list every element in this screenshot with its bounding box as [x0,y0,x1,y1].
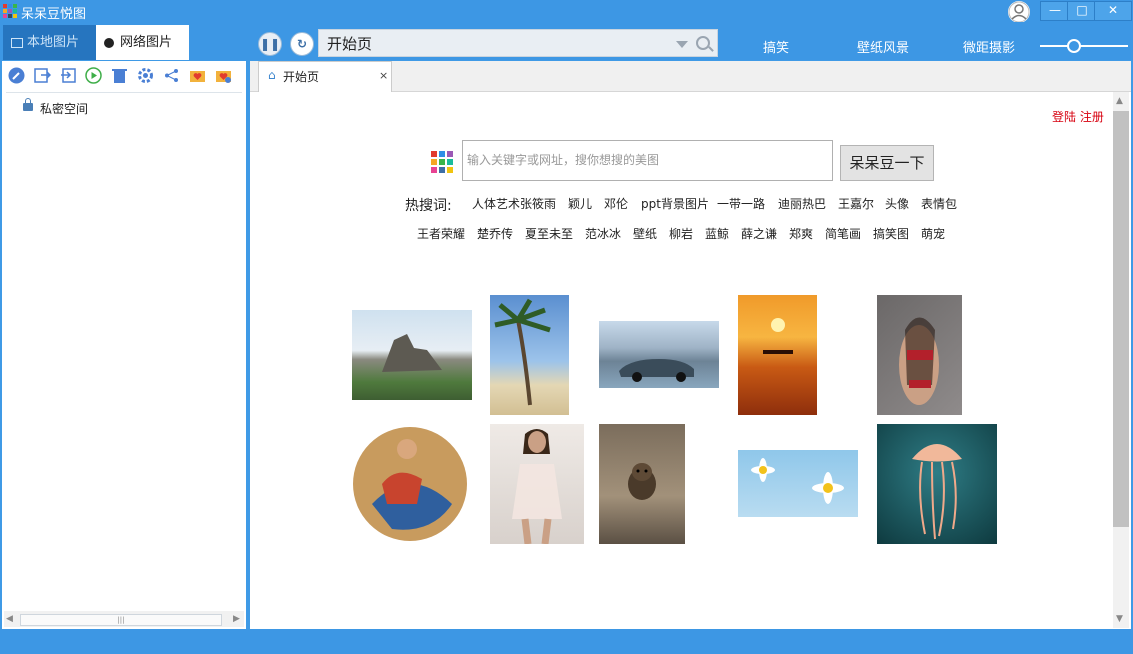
image-thumbnail[interactable] [877,295,962,415]
zoom-slider-thumb[interactable] [1067,39,1081,53]
hot-search-link[interactable]: 迪丽热巴 [778,195,826,212]
hot-search-link[interactable]: 王者荣耀 [417,225,465,242]
favorite-folder2-icon[interactable] [215,67,232,84]
tree-item-private-space[interactable]: 私密空间 [40,100,88,117]
tab-local-images[interactable]: 本地图片 [3,25,96,60]
tab-network-label: 网络图片 [120,35,173,50]
zoom-slider[interactable] [1040,45,1128,47]
lock-icon [23,98,33,111]
hot-search-link[interactable]: 搞笑图 [873,225,909,242]
title-bar [0,0,1133,22]
left-panel [2,61,246,629]
hot-search-link[interactable]: 楚乔传 [477,225,513,242]
hot-search-link[interactable]: 范冰冰 [585,225,621,242]
nav-link-funny[interactable]: 搞笑 [763,37,789,56]
hot-search-link[interactable]: 蓝鲸 [705,225,729,242]
favorite-folder-icon[interactable] [189,67,206,84]
edit-icon[interactable] [8,67,25,84]
hot-search-link[interactable]: 人体艺术张筱雨 [472,195,556,212]
monitor-icon [11,37,23,48]
pause-icon: ❚❚ [259,37,281,51]
pause-button[interactable]: ❚❚ [258,32,282,56]
app-logo-icon [3,4,17,18]
play-icon[interactable] [85,67,102,84]
refresh-button[interactable]: ↻ [290,32,314,56]
user-avatar-icon[interactable] [1008,1,1030,23]
hot-search-link[interactable]: 夏至未至 [525,225,573,242]
minimize-button[interactable]: — [1040,1,1070,21]
hot-search-label: 热搜词: [405,198,452,214]
image-thumbnail[interactable] [490,424,584,545]
search-icon[interactable] [696,36,710,50]
share-icon[interactable] [163,67,180,84]
globe-icon [104,37,114,48]
hot-search-link[interactable]: 头像 [885,195,909,212]
image-thumbnail[interactable] [877,424,997,544]
search-input[interactable]: 输入关键字或网址，搜你想搜的美图 [462,140,833,181]
tab-start-page-label: 开始页 [283,70,320,84]
hot-search-link[interactable]: 表情包 [921,195,957,212]
hot-search-link[interactable]: 萌宠 [921,225,945,242]
hot-search-link[interactable]: ppt背景图片 [641,195,709,212]
hot-search-link[interactable]: 王嘉尔 [838,195,874,212]
divider [6,92,242,93]
hot-search-link[interactable]: 邓伦 [604,195,628,212]
status-bar [0,629,1133,654]
export-icon[interactable] [34,67,52,84]
scroll-grip: ||| [117,616,125,624]
hot-search-link[interactable]: 一带一路 [717,195,765,212]
settings-icon[interactable] [137,67,154,84]
scroll-down-icon[interactable]: ▼ [1116,614,1123,624]
delete-icon[interactable] [111,67,128,84]
hot-search-link[interactable]: 壁纸 [633,225,657,242]
image-thumbnail[interactable] [738,295,817,415]
import-icon[interactable] [60,67,77,84]
dropdown-arrow-icon[interactable] [676,41,688,48]
scroll-left-icon[interactable]: ◀ [6,614,13,624]
horizontal-scrollbar-thumb[interactable]: ||| [20,614,222,626]
hot-search-link[interactable]: 简笔画 [825,225,861,242]
vertical-scrollbar-thumb[interactable] [1113,111,1129,527]
scroll-right-icon[interactable]: ▶ [233,614,240,624]
hot-search-link[interactable]: 颖儿 [568,195,592,212]
tab-network-images[interactable]: 网络图片 [96,25,189,60]
tab-close-icon[interactable]: × [379,69,388,82]
image-thumbnail[interactable] [352,424,472,544]
image-thumbnail[interactable] [738,450,858,517]
nav-link-wallpaper[interactable]: 壁纸风景 [857,37,909,56]
hot-search-link[interactable]: 薛之谦 [741,225,777,242]
image-thumbnail[interactable] [599,321,719,388]
refresh-icon: ↻ [296,37,308,51]
tab-local-label: 本地图片 [27,35,80,50]
scroll-up-icon[interactable]: ▲ [1116,96,1123,106]
hot-search-link[interactable]: 郑爽 [789,225,813,242]
maximize-button[interactable]: □ [1067,1,1097,21]
hot-search-link[interactable]: 柳岩 [669,225,693,242]
image-thumbnail[interactable] [352,310,472,400]
login-register-link[interactable]: 登陆 注册 [1052,108,1104,125]
image-thumbnail[interactable] [599,424,685,544]
close-button[interactable]: ✕ [1094,1,1132,21]
address-bar[interactable]: 开始页 [318,29,718,57]
search-button[interactable]: 呆呆豆一下 [840,145,934,181]
search-logo-icon [431,151,453,173]
home-icon: ⌂ [268,68,276,82]
window-title: 呆呆豆悦图 [21,7,87,22]
nav-link-macro[interactable]: 微距摄影 [963,37,1015,56]
image-thumbnail[interactable] [490,295,569,415]
